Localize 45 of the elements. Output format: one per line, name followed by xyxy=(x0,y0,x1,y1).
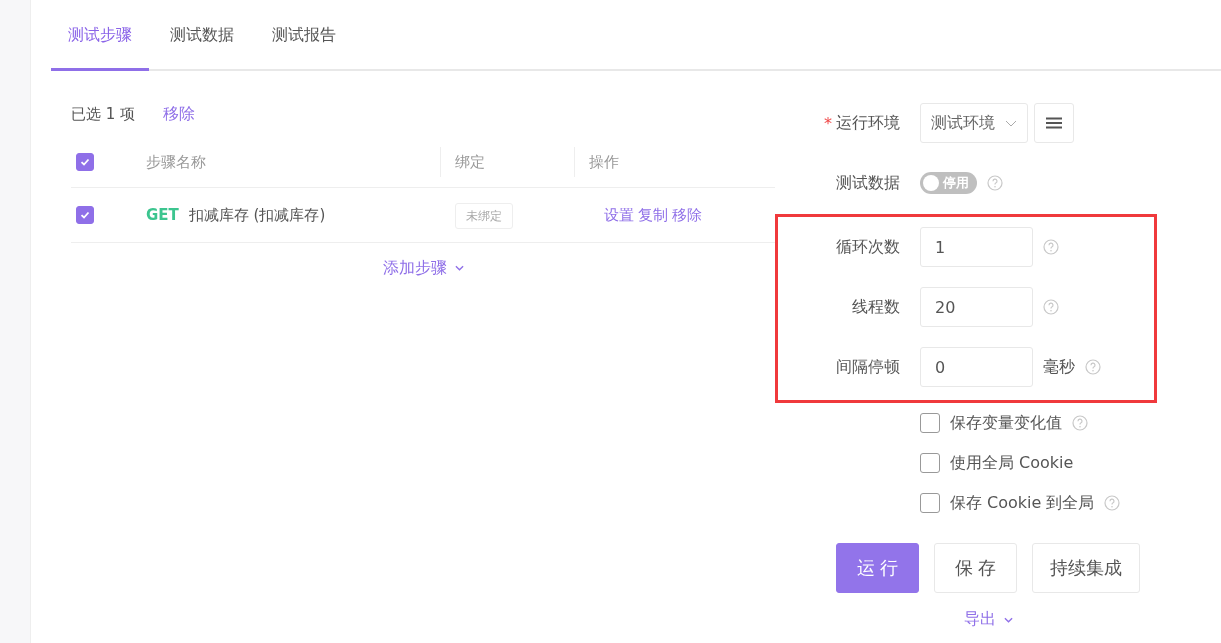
column-header: 绑定 xyxy=(440,147,574,177)
input-field[interactable]: 1 xyxy=(920,227,1033,267)
row-checkbox[interactable] xyxy=(76,206,94,224)
option-checkbox[interactable] xyxy=(920,413,940,433)
option-label: 使用全局 Cookie xyxy=(950,452,1074,474)
selection-count: 已选 1 项 xyxy=(71,104,136,124)
step-name: 扣减库存 (扣减库存) xyxy=(188,205,326,225)
field-label: 循环次数 xyxy=(836,236,900,258)
check-icon xyxy=(79,156,91,168)
chevron-down-icon xyxy=(1005,119,1017,127)
unit-label: 毫秒 xyxy=(1043,356,1075,378)
select-all-checkbox[interactable] xyxy=(76,153,94,171)
environment-select[interactable]: 测试环境 xyxy=(920,103,1028,143)
column-header: 步骤名称 xyxy=(146,152,207,172)
action-button[interactable]: 保 存 xyxy=(934,543,1017,593)
binding-tag: 未绑定 xyxy=(455,203,513,229)
action-button[interactable]: 运 行 xyxy=(836,543,919,593)
field-label: 间隔停顿 xyxy=(836,356,900,378)
tab[interactable]: 测试报告 xyxy=(255,0,353,71)
export-link[interactable]: 导出 xyxy=(963,609,996,630)
option-label: 保存 Cookie 到全局 xyxy=(950,492,1095,514)
action-link[interactable]: 设置 xyxy=(604,205,634,225)
action-link[interactable]: 复制 xyxy=(638,205,668,225)
action-link[interactable]: 移除 xyxy=(672,205,702,225)
field-label: 运行环境 xyxy=(836,112,900,134)
field-label: 线程数 xyxy=(852,296,900,318)
http-method: GET xyxy=(146,206,179,224)
menu-button[interactable] xyxy=(1034,103,1074,143)
tab[interactable]: 测试步骤 xyxy=(51,0,149,71)
field-label: 测试数据 xyxy=(836,172,900,194)
chevron-down-icon xyxy=(454,265,464,271)
menu-icon xyxy=(1046,117,1062,129)
column-header: 操作 xyxy=(574,147,775,177)
remove-link[interactable]: 移除 xyxy=(163,103,196,125)
tab[interactable]: 测试数据 xyxy=(153,0,251,71)
action-button[interactable]: 持续集成 xyxy=(1032,543,1140,593)
input-field[interactable]: 20 xyxy=(920,287,1033,327)
add-step-link[interactable]: 添加步骤 xyxy=(382,257,447,279)
option-label: 保存变量变化值 xyxy=(950,412,1062,434)
input-field[interactable]: 0 xyxy=(920,347,1033,387)
required-mark: * xyxy=(824,113,832,133)
check-icon xyxy=(79,209,91,221)
chevron-down-icon xyxy=(1003,616,1013,623)
option-checkbox[interactable] xyxy=(920,493,940,513)
option-checkbox[interactable] xyxy=(920,453,940,473)
